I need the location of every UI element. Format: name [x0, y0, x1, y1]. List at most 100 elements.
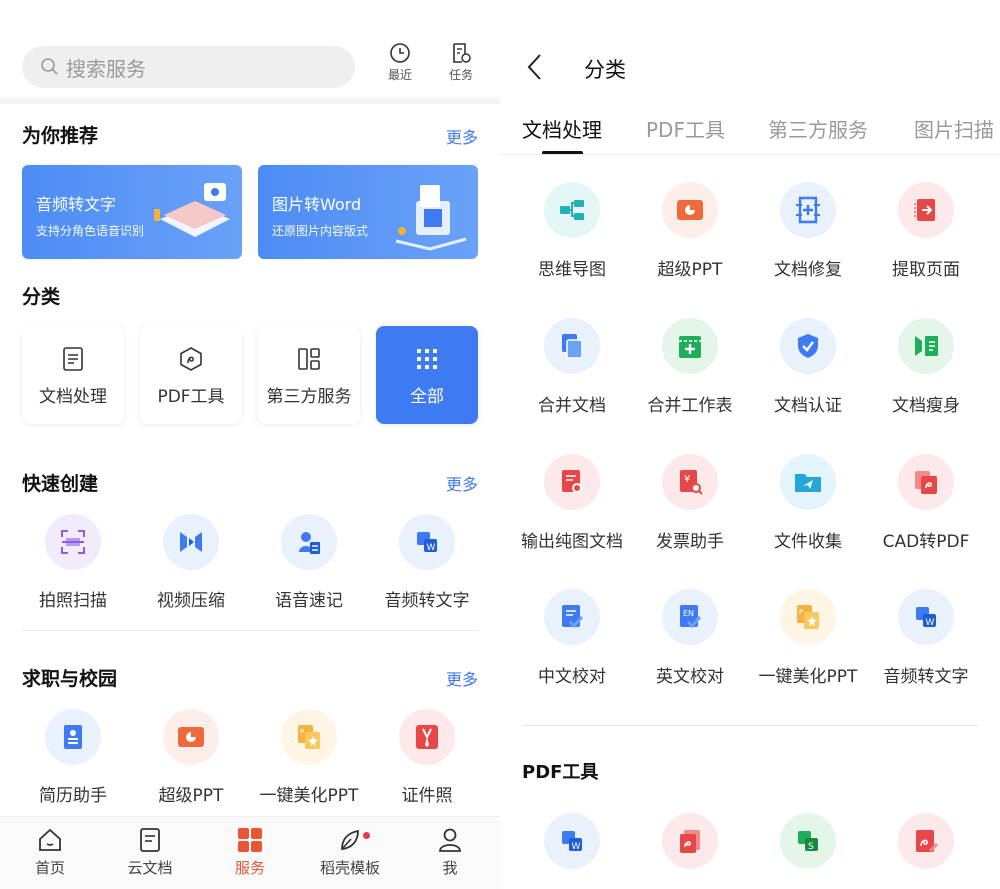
pdf-batch-icon: [680, 830, 700, 853]
export-image-doc-icon: [562, 470, 582, 493]
category-third-party[interactable]: 第三方服务: [258, 326, 360, 424]
pdf-tool-item[interactable]: W: [513, 813, 631, 886]
grid-item-label: CAD转PDF: [882, 532, 970, 552]
en-proofread-icon: EN: [680, 605, 702, 629]
quick-item-audio-to-text[interactable]: W 音频转文字: [372, 514, 482, 611]
grid-item-invoice[interactable]: ¥ 发票助手: [631, 454, 749, 552]
pdf-tool-item[interactable]: [631, 813, 749, 886]
nav-profile[interactable]: 我: [405, 827, 495, 878]
banner-image-to-word[interactable]: 图片转Word 还原图片内容版式: [258, 165, 478, 259]
audio-book-illustration-icon: [154, 183, 230, 237]
notification-dot: [363, 832, 370, 839]
video-compress-icon: [180, 532, 202, 552]
service-icon: [238, 828, 262, 852]
grid-item-cad-to-pdf[interactable]: CAD转PDF: [867, 454, 985, 552]
pdf-tool-item[interactable]: S: [749, 813, 867, 886]
beautify-ppt-icon: P: [797, 605, 819, 629]
voice-note-icon: [299, 532, 320, 554]
grid-item-label: 发票助手: [656, 532, 724, 552]
mindmap-icon: [560, 200, 584, 220]
nav-home[interactable]: 首页: [5, 827, 95, 878]
campus-more-link[interactable]: 更多: [446, 666, 478, 690]
grid-item-label: 音频转文字: [883, 667, 969, 687]
category-doc-processing[interactable]: 文档处理: [22, 326, 124, 424]
grid-item-doc-slim[interactable]: 文档瘦身: [867, 318, 985, 416]
quick-item-video-compress[interactable]: 视频压缩: [136, 514, 246, 611]
ppt-icon: [178, 727, 204, 747]
grid-item-audio-to-text[interactable]: W 音频转文字: [867, 589, 985, 687]
profile-icon: [439, 828, 461, 852]
svg-text:EN: EN: [683, 609, 694, 618]
quick-item-label: 音频转文字: [384, 591, 470, 611]
category-pdf-tools[interactable]: PDF工具: [140, 326, 242, 424]
nav-services[interactable]: 服务: [205, 827, 295, 878]
recent-label: 最近: [387, 68, 412, 82]
quick-item-scan[interactable]: 拍照扫描: [18, 514, 128, 611]
grid-item-merge-sheet[interactable]: 合并工作表: [631, 318, 749, 416]
grid-item-merge-doc[interactable]: 合并文档: [513, 318, 631, 416]
beautify-ppt-icon: P: [298, 725, 320, 749]
campus-item-id-photo[interactable]: 证件照: [372, 709, 482, 806]
quick-create-more-link[interactable]: 更多: [446, 471, 478, 495]
grid-item-file-collect[interactable]: 文件收集: [749, 454, 867, 552]
nav-label: 云文档: [127, 859, 173, 877]
ppt-icon: [677, 200, 703, 220]
grid-item-en-proofread[interactable]: EN 英文校对: [631, 589, 749, 687]
banner-audio-to-text[interactable]: 音频转文字 支持分角色语音识别: [22, 165, 242, 259]
quick-item-voice-note[interactable]: 语音速记: [254, 514, 364, 611]
grid-item-super-ppt[interactable]: 超级PPT: [631, 182, 749, 280]
grid-item-doc-repair[interactable]: 文档修复: [749, 182, 867, 280]
back-button[interactable]: [526, 52, 544, 86]
search-input[interactable]: 搜索服务: [22, 46, 355, 88]
template-icon: [341, 829, 359, 850]
resume-icon: [64, 725, 82, 749]
cn-proofread-icon: [562, 605, 584, 629]
campus-item-beautify-ppt[interactable]: P 一键美化PPT: [254, 709, 364, 806]
category-panel: 分类 文档处理 PDF工具 第三方服务 图片扫描 思维导图 超级PPT 文档修复…: [500, 0, 1000, 889]
grid-item-label: 一键美化PPT: [758, 667, 858, 687]
doc-cert-icon: [798, 334, 818, 358]
merge-sheet-icon: [679, 336, 701, 358]
invoice-icon: ¥: [680, 470, 703, 495]
tab-pdf-tools[interactable]: PDF工具: [646, 114, 725, 143]
grid-item-export-image-doc[interactable]: 输出纯图文档: [513, 454, 631, 552]
cloud-doc-icon: [140, 828, 160, 852]
scan-icon: [61, 530, 85, 554]
grid-item-extract-page[interactable]: 提取页面: [867, 182, 985, 280]
tab-doc-processing[interactable]: 文档处理: [522, 114, 602, 143]
grid-item-label: 合并文档: [538, 396, 606, 416]
pdf-edit-icon: [916, 830, 939, 853]
file-collect-icon: [795, 474, 821, 492]
extract-page-icon: [914, 199, 935, 221]
nav-templates[interactable]: 稻壳模板: [305, 827, 395, 878]
grid-item-mindmap[interactable]: 思维导图: [513, 182, 631, 280]
pdf-tool-item[interactable]: [867, 813, 985, 886]
recent-button[interactable]: 最近: [380, 42, 420, 83]
pdf-tools-section-title: PDF工具: [522, 762, 599, 783]
tab-third-party[interactable]: 第三方服务: [768, 114, 868, 143]
grid-item-doc-cert[interactable]: 文档认证: [749, 318, 867, 416]
grid-item-cn-proofread[interactable]: 中文校对: [513, 589, 631, 687]
nav-cloud-docs[interactable]: 云文档: [105, 827, 195, 878]
nav-label: 服务: [234, 859, 265, 877]
category-label: PDF工具: [157, 387, 225, 407]
section-separator: [0, 98, 500, 104]
campus-item-super-ppt[interactable]: 超级PPT: [136, 709, 246, 806]
tasks-button[interactable]: 任务: [441, 42, 481, 83]
doc-repair-icon: [796, 196, 820, 224]
apps-grid-icon: [298, 348, 320, 370]
recommend-more-link[interactable]: 更多: [446, 124, 478, 148]
tab-image-scan[interactable]: 图片扫描: [914, 114, 994, 143]
campus-item-resume[interactable]: 简历助手: [18, 709, 128, 806]
grid-item-label: 提取页面: [892, 260, 960, 280]
grid-item-beautify-ppt[interactable]: P 一键美化PPT: [749, 589, 867, 687]
grid-item-label: 文档瘦身: [892, 396, 960, 416]
bottom-navigation: 首页 云文档 服务 稻壳模板 我: [0, 816, 500, 889]
cad-to-pdf-icon: [915, 471, 937, 494]
category-all[interactable]: 全部: [376, 326, 478, 424]
section-divider: [522, 725, 978, 726]
grid-item-label: 合并工作表: [647, 396, 733, 416]
nav-label: 稻壳模板: [319, 859, 380, 877]
clock-icon: [390, 43, 410, 63]
tab-bar-separator: [500, 154, 1000, 155]
